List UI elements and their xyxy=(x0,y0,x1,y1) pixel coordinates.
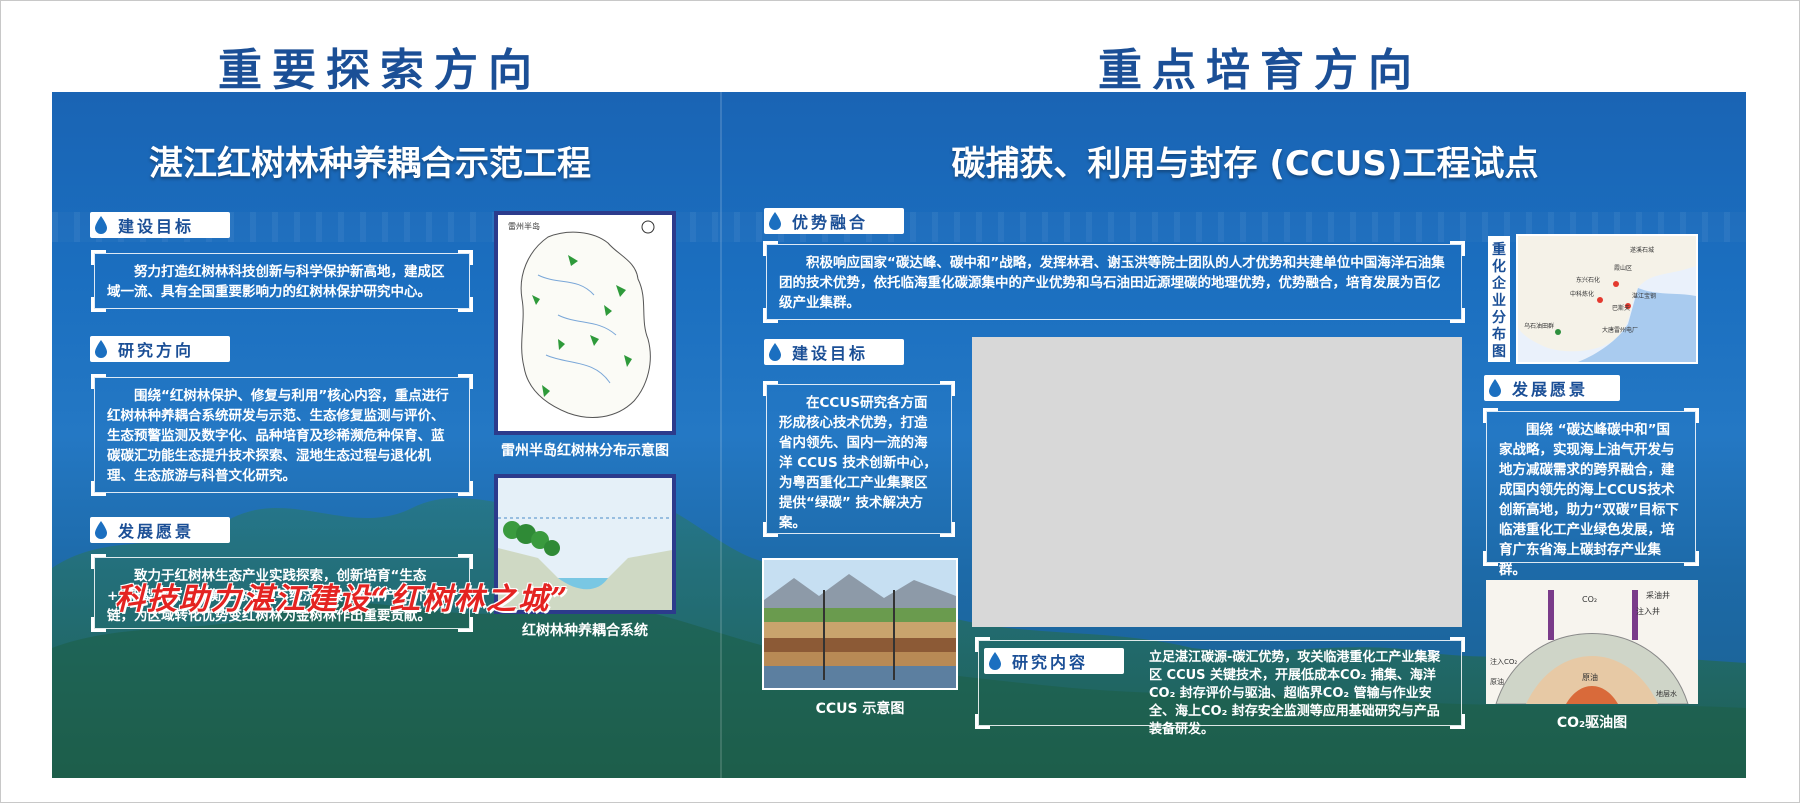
tag-label: 建设目标 xyxy=(118,217,195,236)
slogan: 科技助力湛江建设“红树林之城” xyxy=(114,582,570,617)
goal-right-text: 在CCUS研究各方面形成核心技术优势，打造省内领先、国内一流的海洋 CCUS 技… xyxy=(766,384,952,534)
research-left-text: 围绕“红树林保护、修复与利用”核心内容，重点进行红树林种养耦合系统研发与示范、生… xyxy=(94,377,470,493)
ccus-diagram xyxy=(764,560,956,688)
tag-label: 发展愿景 xyxy=(118,522,195,541)
oil-drive-diagram: CO₂ 采油井 注入井 注入CO₂ 原油 原油 地层水 xyxy=(1486,580,1698,705)
oil-label: 注入CO₂ xyxy=(1490,657,1517,666)
oil-label: CO₂ xyxy=(1582,595,1597,604)
oil-label: 注入井 xyxy=(1636,606,1660,616)
tag-label: 发展愿景 xyxy=(1512,380,1589,399)
water-drop-icon xyxy=(1484,375,1506,401)
water-drop-icon xyxy=(90,336,112,362)
map-label: 雷州半岛 xyxy=(508,221,540,231)
header-left: 重要探索方向 xyxy=(218,45,542,96)
tag-goal-right: 建设目标 xyxy=(764,339,904,365)
goal-left-text: 努力打造红树林科技创新与科学保护新高地，建成区域一流、具有全国重要影响力的红树林… xyxy=(94,253,470,309)
left-subtitle: 湛江红树林种养耦合示范工程 xyxy=(149,144,591,184)
place-label: 大唐雷州电厂 xyxy=(1602,326,1638,334)
research-right-box: 立足湛江碳源-碳汇优势，攻关临港重化工产业集聚区 CCUS 关键技术，开展低成本… xyxy=(975,637,1465,737)
place-label: 中科炼化 xyxy=(1570,290,1594,298)
place-label: 湛江宝钢 xyxy=(1632,292,1656,300)
enterprise-map-label: 重化企业分布图 xyxy=(1488,236,1510,362)
tag-label: 研究方向 xyxy=(118,341,195,360)
system-caption: 红树林种养耦合系统 xyxy=(522,623,648,639)
place-label: 东兴石化 xyxy=(1576,276,1600,284)
oil-drive-figure: CO₂ 采油井 注入井 注入CO₂ 原油 原油 地层水 xyxy=(1486,580,1698,705)
place-label: 巴斯夫 xyxy=(1612,304,1630,312)
tag-label: 建设目标 xyxy=(792,344,869,363)
place-label: 遂溪石城 xyxy=(1630,246,1654,254)
oil-label: 原油 xyxy=(1582,672,1598,682)
leizhou-map: 雷州半岛 xyxy=(508,220,655,418)
oil-label: 原油 xyxy=(1490,677,1504,686)
tag-vision-left: 发展愿景 xyxy=(90,517,230,543)
place-label: 乌石油田群 xyxy=(1524,322,1554,330)
panel-divider xyxy=(720,92,722,778)
goal-right-box: 在CCUS研究各方面形成核心技术优势，打造省内领先、国内一流的海洋 CCUS 技… xyxy=(763,381,955,537)
place-label: 霞山区 xyxy=(1614,264,1632,272)
water-drop-icon xyxy=(90,517,112,543)
advantage-text: 积极响应国家“碳达峰、碳中和”战略，发挥林君、谢玉洪等院士团队的人才优势和共建单… xyxy=(766,244,1462,320)
oil-label: 采油井 xyxy=(1646,590,1670,600)
research-right-text: 立足湛江碳源-碳汇优势，攻关临港重化工产业集聚区 CCUS 关键技术，开展低成本… xyxy=(978,640,1462,737)
enterprise-map: 遂溪石城 霞山区 东兴石化 中科炼化 湛江宝钢 巴斯夫 乌石油田群 大唐雷州电厂 xyxy=(1518,236,1696,362)
ccus-caption: CCUS 示意图 xyxy=(815,701,905,717)
water-drop-icon xyxy=(764,208,786,234)
leizhou-map-figure: 雷州半岛 xyxy=(494,211,676,435)
header-right: 重点培育方向 xyxy=(1098,45,1422,96)
map-caption: 雷州半岛红树林分布示意图 xyxy=(501,443,669,459)
tag-vision-right: 发展愿景 xyxy=(1484,375,1620,401)
tag-label: 优势融合 xyxy=(792,213,869,232)
tag-research-left: 研究方向 xyxy=(90,336,230,362)
water-drop-icon xyxy=(764,339,786,365)
goal-left-box: 努力打造红树林科技创新与科学保护新高地，建成区域一流、具有全国重要影响力的红树林… xyxy=(91,250,473,312)
right-subtitle: 碳捕获、利用与封存 (CCUS)工程试点 xyxy=(951,144,1539,184)
oil-label: 地层水 xyxy=(1656,689,1677,698)
research-left-box: 围绕“红树林保护、修复与利用”核心内容，重点进行红树林种养耦合系统研发与示范、生… xyxy=(91,374,473,496)
image-placeholder xyxy=(972,337,1462,627)
advantage-box: 积极响应国家“碳达峰、碳中和”战略，发挥林君、谢玉洪等院士团队的人才优势和共建单… xyxy=(763,241,1465,323)
water-drop-icon xyxy=(90,212,112,238)
oil-caption: CO₂驱油图 xyxy=(1556,715,1628,731)
ccus-figure xyxy=(762,558,958,690)
vision-right-text: 围绕 “碳达峰碳中和”国家战略，实现海上油气开发与地方减碳需求的跨界融合，建成国… xyxy=(1486,411,1696,578)
tag-advantage: 优势融合 xyxy=(764,208,904,234)
vision-right-box: 围绕 “碳达峰碳中和”国家战略，实现海上油气开发与地方减碳需求的跨界融合，建成国… xyxy=(1483,408,1699,578)
enterprise-map-figure: 遂溪石城 霞山区 东兴石化 中科炼化 湛江宝钢 巴斯夫 乌石油田群 大唐雷州电厂 xyxy=(1516,234,1698,364)
tag-goal-left: 建设目标 xyxy=(90,212,230,238)
